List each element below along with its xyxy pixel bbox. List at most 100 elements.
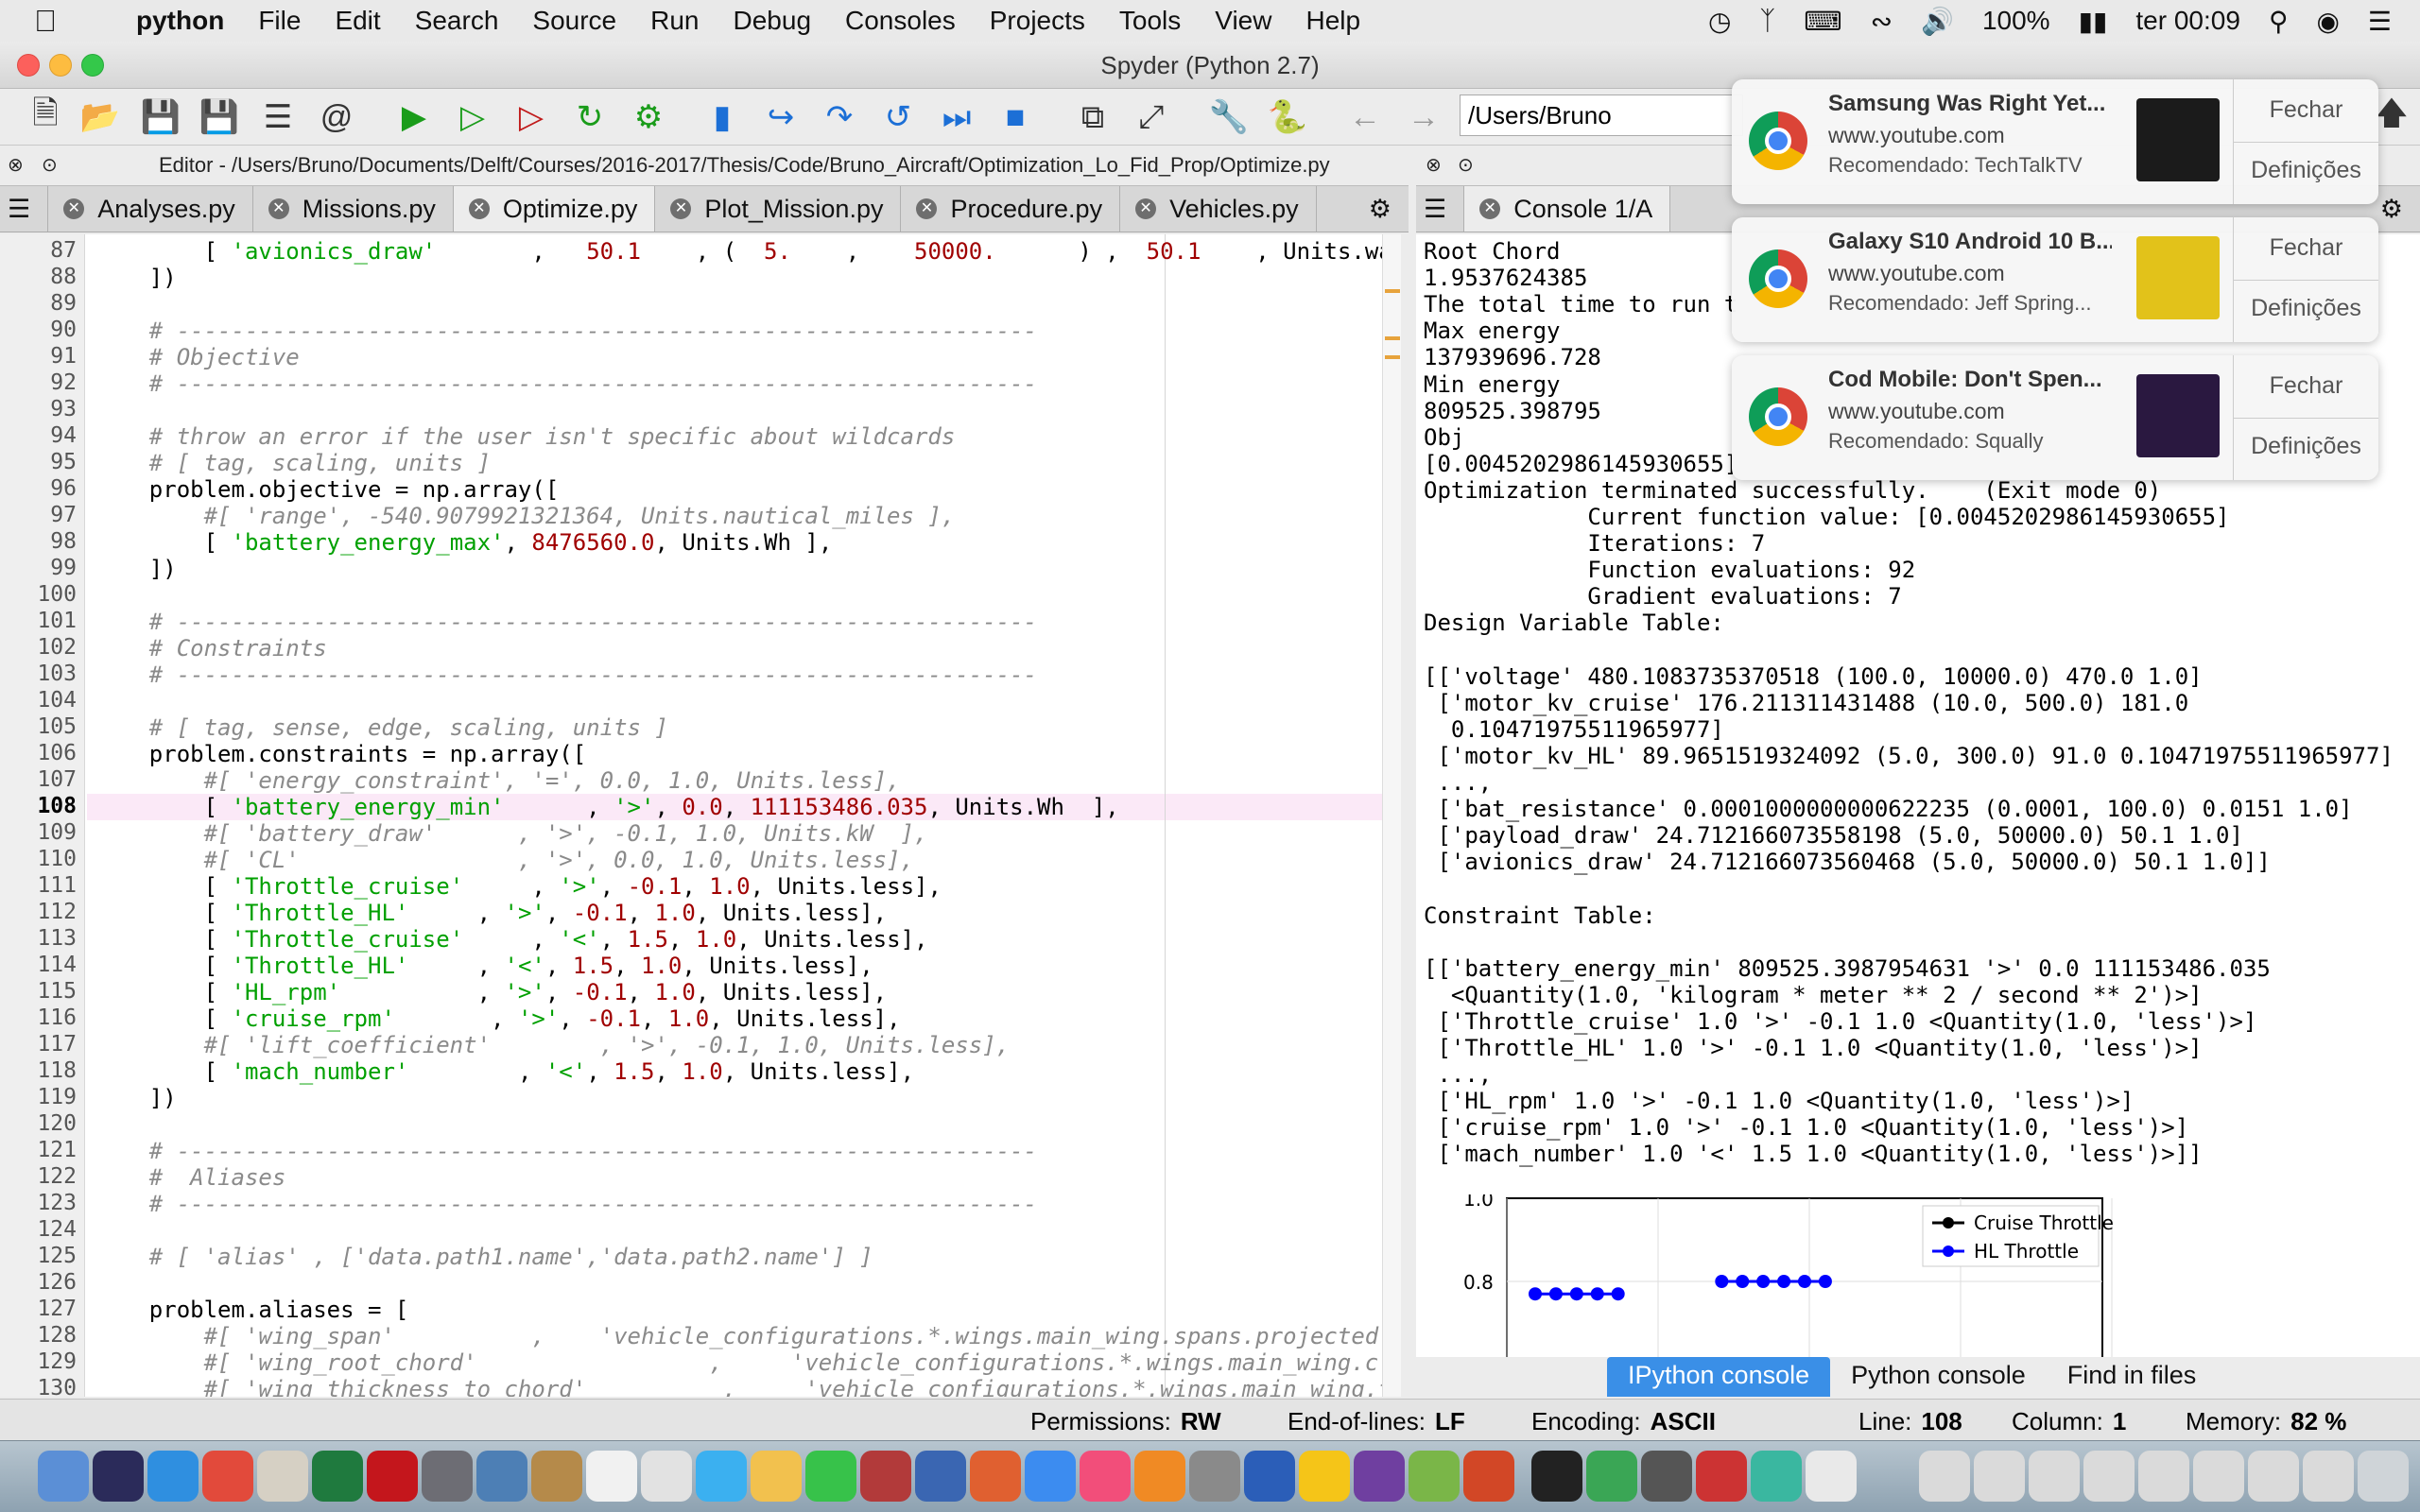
facetime-icon[interactable] <box>805 1451 856 1502</box>
notification-card[interactable]: Galaxy S10 Android 10 B... www.youtube.co… <box>1732 217 2378 342</box>
new-file-icon[interactable]: 🗎 <box>25 95 66 138</box>
app-icon[interactable] <box>1806 1451 1857 1502</box>
tab-analyses[interactable]: ✕ Analyses.py <box>48 186 253 232</box>
app-icon[interactable] <box>1299 1451 1350 1502</box>
working-directory-input[interactable]: /Users/Bruno <box>1460 94 1743 136</box>
itunes-icon[interactable] <box>1080 1451 1131 1502</box>
close-tab-icon[interactable]: ✕ <box>268 198 289 219</box>
step-return-icon[interactable]: ↺ <box>877 96 919 138</box>
close-tab-icon[interactable]: ✕ <box>63 198 85 219</box>
volume-icon[interactable]: 🔊 <box>1921 6 1954 37</box>
document-icon[interactable] <box>2193 1451 2244 1502</box>
document-icon[interactable] <box>2083 1451 2135 1502</box>
preview-icon[interactable] <box>257 1451 308 1502</box>
continue-icon[interactable]: ⏭ <box>936 96 977 138</box>
close-console-tab-icon[interactable]: ✕ <box>1479 198 1501 219</box>
close-console-pane-icon[interactable]: ⊗ <box>1426 153 1442 177</box>
app-icon[interactable] <box>531 1451 582 1502</box>
menu-search[interactable]: Search <box>415 6 499 36</box>
wifi-icon[interactable]: ∾ <box>1871 6 1893 37</box>
maximize-pane-icon[interactable]: ⧉ <box>1072 96 1114 138</box>
tab-plot-mission[interactable]: ✕ Plot_Mission.py <box>655 186 902 232</box>
app-icon[interactable] <box>915 1451 966 1502</box>
messages-icon[interactable] <box>696 1451 747 1502</box>
system-preferences-icon[interactable] <box>1189 1451 1240 1502</box>
word-icon[interactable] <box>1244 1451 1295 1502</box>
run-cell-advance-icon[interactable]: ▷ <box>510 96 552 138</box>
app-icon[interactable] <box>860 1451 911 1502</box>
document-icon[interactable] <box>2248 1451 2299 1502</box>
clock[interactable]: ter 00:09 <box>2135 6 2240 36</box>
launchpad-icon[interactable] <box>422 1451 473 1502</box>
fullscreen-icon[interactable]: ⤢ <box>1131 96 1172 138</box>
rerun-icon[interactable]: ↻ <box>569 96 611 138</box>
tab-ipython-console[interactable]: IPython console <box>1607 1357 1831 1397</box>
document-icon[interactable] <box>1919 1451 1970 1502</box>
excel-icon[interactable] <box>312 1451 363 1502</box>
save-file-icon[interactable]: 💾 <box>140 96 182 138</box>
app-icon[interactable] <box>1696 1451 1747 1502</box>
menu-view[interactable]: View <box>1215 6 1271 36</box>
trash-icon[interactable] <box>2358 1451 2409 1502</box>
photos-icon[interactable] <box>751 1451 802 1502</box>
menu-app-name[interactable]: python <box>136 6 224 36</box>
menu-tools[interactable]: Tools <box>1119 6 1181 36</box>
battery-icon[interactable]: ▮▮ <box>2079 6 2108 37</box>
notification-settings-button[interactable]: Definições <box>2234 433 2378 460</box>
preferences-wrench-icon[interactable]: 🔧 <box>1208 96 1250 138</box>
stop-debug-icon[interactable]: ■ <box>994 96 1036 138</box>
keyboard-icon[interactable]: ⌨ <box>1804 6 1841 37</box>
editor-scrollbar[interactable] <box>1382 234 1401 1397</box>
finder-icon[interactable] <box>38 1451 89 1502</box>
siri-dock-icon[interactable] <box>93 1451 144 1502</box>
app-icon[interactable] <box>476 1451 527 1502</box>
numbers-icon[interactable] <box>970 1451 1021 1502</box>
menu-consoles[interactable]: Consoles <box>845 6 956 36</box>
tab-find-in-files[interactable]: Find in files <box>2047 1357 2218 1397</box>
tab-console-1a[interactable]: ✕ Console 1/A <box>1464 186 1671 232</box>
run-cell-icon[interactable]: ▷ <box>452 96 493 138</box>
document-icon[interactable] <box>2138 1451 2189 1502</box>
menu-debug[interactable]: Debug <box>734 6 812 36</box>
notification-card[interactable]: Cod Mobile: Don't Spen... www.youtube.com… <box>1732 355 2378 480</box>
ibooks-icon[interactable] <box>1134 1451 1185 1502</box>
menu-run[interactable]: Run <box>650 6 699 36</box>
time-machine-icon[interactable]: ◷ <box>1708 6 1731 37</box>
debug-icon[interactable]: ▮ <box>701 96 743 138</box>
python-path-icon[interactable]: 🐍 <box>1267 96 1308 138</box>
close-notification-button[interactable]: Fechar <box>2234 234 2378 262</box>
editor-options-gear-icon[interactable]: ⚙ <box>1354 186 1409 232</box>
calendar-icon[interactable] <box>586 1451 637 1502</box>
close-tab-icon[interactable]: ✕ <box>670 198 692 219</box>
close-pane-icon[interactable]: ⊗ <box>8 153 24 177</box>
step-into-icon[interactable]: ↷ <box>819 96 860 138</box>
downloads-icon[interactable] <box>2303 1451 2354 1502</box>
close-notification-button[interactable]: Fechar <box>2234 96 2378 124</box>
safari-icon[interactable] <box>147 1451 199 1502</box>
tab-missions[interactable]: ✕ Missions.py <box>253 186 454 232</box>
document-icon[interactable] <box>1974 1451 2025 1502</box>
app-icon[interactable] <box>1641 1451 1692 1502</box>
close-notification-button[interactable]: Fechar <box>2234 372 2378 400</box>
app-store-icon[interactable] <box>1025 1451 1076 1502</box>
onenote-icon[interactable] <box>1354 1451 1405 1502</box>
menu-edit[interactable]: Edit <box>335 6 380 36</box>
app-icon[interactable] <box>1751 1451 1802 1502</box>
notification-center-icon[interactable]: ☰ <box>2368 6 2392 37</box>
apple-menu-icon[interactable]:  <box>34 4 81 39</box>
spotlight-icon[interactable]: ⚲ <box>2269 6 2289 37</box>
menu-help[interactable]: Help <box>1305 6 1360 36</box>
battery-percent[interactable]: 100% <box>1982 6 2050 36</box>
document-icon[interactable] <box>2029 1451 2080 1502</box>
notes-icon[interactable] <box>641 1451 692 1502</box>
notification-card[interactable]: Samsung Was Right Yet... www.youtube.com R… <box>1732 79 2378 204</box>
chrome-dock-icon[interactable] <box>202 1451 253 1502</box>
notification-settings-button[interactable]: Definições <box>2234 157 2378 184</box>
back-arrow-icon[interactable]: ← <box>1344 96 1386 138</box>
code-editor[interactable]: 87 88 89 90 91 92 93 94 95 96 97 98 99 100 101 102 103 10… <box>0 234 1382 1397</box>
undock-pane-icon[interactable]: ⊙ <box>42 153 58 177</box>
siri-icon[interactable]: ◉ <box>2316 6 2339 37</box>
close-tab-icon[interactable]: ✕ <box>1135 198 1157 219</box>
step-icon[interactable]: ↪ <box>760 96 802 138</box>
acrobat-icon[interactable] <box>367 1451 418 1502</box>
